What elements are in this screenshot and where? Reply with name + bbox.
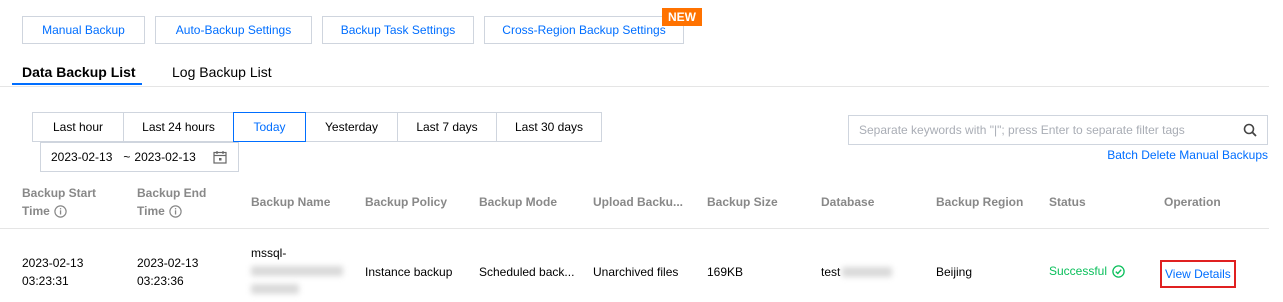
tab-data-backup-list[interactable]: Data Backup List — [22, 64, 136, 80]
manual-backup-button[interactable]: Manual Backup — [22, 16, 145, 44]
header-backup-policy: Backup Policy — [365, 195, 448, 209]
cell-backup-size: 169KB — [707, 265, 744, 279]
cell-backup-mode: Scheduled back... — [479, 265, 575, 279]
header-backup-size: Backup Size — [707, 195, 778, 209]
info-icon[interactable] — [169, 204, 182, 218]
search-placeholder: Separate keywords with "|"; press Enter … — [859, 123, 1185, 137]
new-badge: NEW — [662, 8, 702, 26]
header-backup-mode: Backup Mode — [479, 195, 558, 209]
header-backup-region: Backup Region — [936, 195, 1024, 209]
info-icon[interactable] — [54, 204, 67, 218]
header-backup-name: Backup Name — [251, 195, 331, 209]
header-end-line1: Backup End — [137, 186, 207, 200]
redacted-text — [251, 284, 299, 294]
redacted-text — [842, 267, 893, 277]
filter-today[interactable]: Today — [233, 112, 306, 142]
header-end-line2: Time — [137, 204, 165, 218]
header-status: Status — [1049, 195, 1086, 209]
end-time: 03:23:36 — [137, 274, 184, 288]
start-date: 2023-02-13 — [22, 256, 84, 270]
status-badge: Successful — [1049, 264, 1125, 278]
filter-yesterday[interactable]: Yesterday — [305, 112, 398, 142]
header-backup-start-time: Backup Start Time — [22, 184, 96, 220]
date-range-picker[interactable]: 2023-02-13 ~ 2023-02-13 — [40, 142, 239, 172]
redacted-text — [251, 266, 343, 276]
backup-task-settings-button[interactable]: Backup Task Settings — [322, 16, 474, 44]
active-tab-indicator — [12, 83, 142, 85]
header-operation: Operation — [1164, 195, 1221, 209]
backup-name-prefix: mssql- — [251, 246, 287, 260]
cell-backup-name: mssql- — [251, 244, 343, 298]
filter-last-30-days[interactable]: Last 30 days — [496, 112, 602, 142]
cell-upload-backup: Unarchived files — [593, 265, 679, 279]
view-details-link[interactable]: View Details — [1160, 260, 1236, 288]
end-date: 2023-02-13 — [137, 256, 199, 270]
cross-region-backup-settings-button[interactable]: Cross-Region Backup Settings — [484, 16, 684, 44]
table-header-divider — [0, 228, 1269, 229]
tab-log-backup-list[interactable]: Log Backup List — [172, 64, 272, 80]
start-time: 03:23:31 — [22, 274, 69, 288]
cell-start-time: 2023-02-13 03:23:31 — [22, 254, 83, 290]
cell-backup-policy: Instance backup — [365, 265, 453, 279]
calendar-icon[interactable] — [213, 150, 227, 164]
search-icon[interactable] — [1243, 123, 1257, 137]
header-database: Database — [821, 195, 875, 209]
date-range-start: 2023-02-13 — [51, 150, 113, 164]
check-circle-icon — [1112, 264, 1125, 278]
auto-backup-settings-button[interactable]: Auto-Backup Settings — [155, 16, 312, 44]
database-prefix: test — [821, 265, 841, 279]
search-input[interactable]: Separate keywords with "|"; press Enter … — [848, 115, 1268, 145]
filter-last-7-days[interactable]: Last 7 days — [397, 112, 497, 142]
date-range-end: 2023-02-13 — [134, 150, 196, 164]
status-text: Successful — [1049, 264, 1108, 278]
backup-tabs: Data Backup List Log Backup List — [0, 56, 1269, 87]
batch-delete-manual-backups-link[interactable]: Batch Delete Manual Backups — [1107, 148, 1268, 162]
date-range-separator: ~ — [123, 150, 131, 164]
cell-end-time: 2023-02-13 03:23:36 — [137, 254, 198, 290]
filter-last-24-hours[interactable]: Last 24 hours — [123, 112, 234, 142]
header-backup-end-time: Backup End Time — [137, 184, 206, 220]
cell-backup-region: Beijing — [936, 265, 973, 279]
header-start-line1: Backup Start — [22, 186, 97, 200]
header-upload-backup: Upload Backu... — [593, 195, 684, 209]
header-start-line2: Time — [22, 204, 50, 218]
filter-last-hour[interactable]: Last hour — [32, 112, 124, 142]
time-range-filter: Last hour Last 24 hours Today Yesterday … — [32, 112, 602, 142]
cell-database: test — [821, 263, 893, 281]
